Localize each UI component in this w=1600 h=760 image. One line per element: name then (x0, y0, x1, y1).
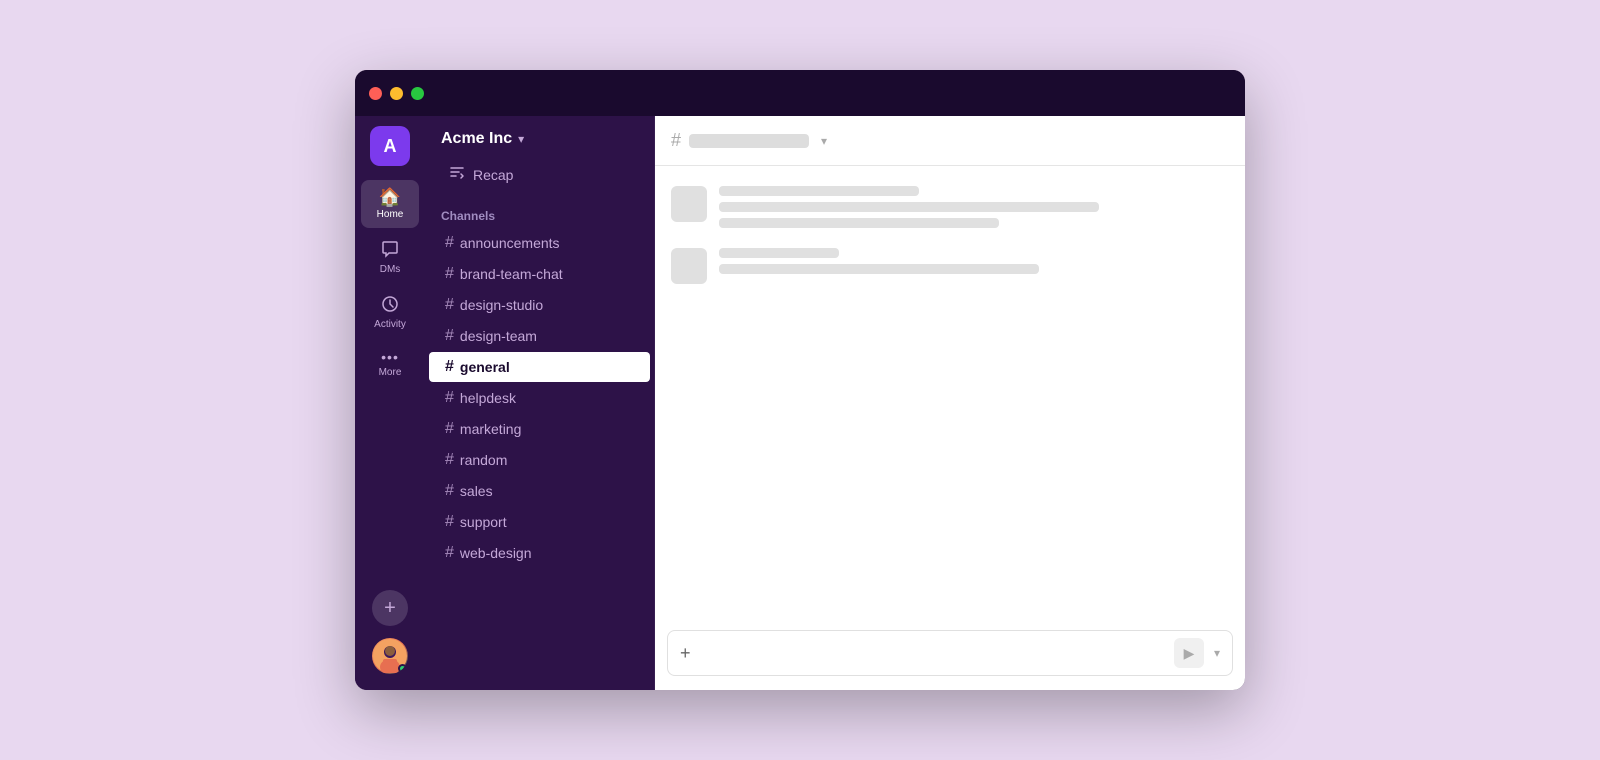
add-button[interactable]: + (372, 590, 408, 626)
channel-header: # ▾ (655, 116, 1245, 166)
recap-button[interactable]: Recap (433, 158, 646, 191)
channels-section: Channels # announcements # brand-team-ch… (425, 201, 654, 690)
nav-item-dms[interactable]: DMs (361, 232, 419, 283)
hash-icon: # (445, 389, 454, 407)
message-lines (719, 186, 1229, 228)
message-input-bar[interactable]: + ▶ ▾ (667, 630, 1233, 676)
channel-name: helpdesk (460, 390, 516, 406)
main-content: # ▾ (655, 116, 1245, 690)
avatar-skeleton (671, 248, 707, 284)
activity-icon (381, 295, 399, 316)
icon-sidebar: A 🏠 Home DMs (355, 116, 425, 690)
hash-icon: # (445, 296, 454, 314)
workspace-header[interactable]: Acme Inc ▾ (425, 116, 654, 158)
channel-item-sales[interactable]: # sales (429, 476, 650, 506)
user-avatar[interactable] (372, 638, 408, 674)
channel-name: brand-team-chat (460, 266, 563, 282)
channel-name: announcements (460, 235, 560, 251)
message-lines (719, 248, 1229, 274)
channel-header-name-skeleton (689, 134, 809, 148)
hash-icon: # (445, 234, 454, 252)
channel-item-brand-team-chat[interactable]: # brand-team-chat (429, 259, 650, 289)
message-skeleton-1 (671, 186, 1229, 228)
avatar-skeleton (671, 186, 707, 222)
workspace-name: Acme Inc (441, 130, 512, 148)
channel-item-random[interactable]: # random (429, 445, 650, 475)
recap-icon (449, 164, 465, 185)
hash-icon: # (445, 513, 454, 531)
more-dots-icon: ••• (381, 350, 399, 364)
send-options-chevron-icon[interactable]: ▾ (1214, 646, 1220, 660)
input-add-icon[interactable]: + (680, 643, 691, 664)
title-bar (355, 70, 1245, 116)
nav-home-label: Home (377, 209, 404, 220)
skeleton-line (719, 248, 839, 258)
channel-name: web-design (460, 545, 532, 561)
channel-item-marketing[interactable]: # marketing (429, 414, 650, 444)
skeleton-line (719, 264, 1039, 274)
channel-header-hash-icon: # (671, 130, 681, 151)
channels-section-header: Channels (425, 201, 654, 227)
app-body: A 🏠 Home DMs (355, 116, 1245, 690)
channel-item-general[interactable]: # general (429, 352, 650, 382)
channel-item-web-design[interactable]: # web-design (429, 538, 650, 568)
hash-icon: # (445, 420, 454, 438)
hash-icon: # (445, 482, 454, 500)
channel-name: marketing (460, 421, 521, 437)
message-skeleton-2 (671, 248, 1229, 284)
skeleton-line (719, 186, 919, 196)
app-window: A 🏠 Home DMs (355, 70, 1245, 690)
recap-label: Recap (473, 167, 513, 183)
hash-icon: # (445, 451, 454, 469)
close-button[interactable] (369, 87, 382, 100)
channel-item-announcements[interactable]: # announcements (429, 228, 650, 258)
workspace-avatar[interactable]: A (370, 126, 410, 166)
workspace-dropdown-icon: ▾ (518, 132, 524, 146)
channel-sidebar: Acme Inc ▾ Recap Channels # announc (425, 116, 655, 690)
minimize-button[interactable] (390, 87, 403, 100)
hash-icon: # (445, 544, 454, 562)
channel-name: general (460, 359, 510, 375)
home-icon: 🏠 (379, 188, 401, 206)
messages-area (655, 166, 1245, 620)
hash-icon: # (445, 265, 454, 283)
channel-name: sales (460, 483, 493, 499)
nav-item-activity[interactable]: Activity (361, 287, 419, 338)
channel-name: random (460, 452, 507, 468)
channel-name: support (460, 514, 507, 530)
channel-item-design-team[interactable]: # design-team (429, 321, 650, 351)
nav-item-more[interactable]: ••• More (361, 342, 419, 386)
channel-item-helpdesk[interactable]: # helpdesk (429, 383, 650, 413)
channel-item-design-studio[interactable]: # design-studio (429, 290, 650, 320)
channel-item-support[interactable]: # support (429, 507, 650, 537)
hash-icon: # (445, 327, 454, 345)
skeleton-line (719, 202, 1099, 212)
channel-name: design-studio (460, 297, 543, 313)
channel-list: # announcements # brand-team-chat # desi… (425, 228, 654, 568)
skeleton-line (719, 218, 999, 228)
online-status-dot (398, 664, 407, 673)
hash-icon: # (445, 358, 454, 376)
channel-header-chevron-icon: ▾ (821, 134, 827, 148)
nav-activity-label: Activity (374, 319, 406, 330)
nav-dms-label: DMs (380, 264, 401, 275)
nav-item-home[interactable]: 🏠 Home (361, 180, 419, 228)
dms-icon (381, 240, 399, 261)
send-button[interactable]: ▶ (1174, 638, 1204, 668)
maximize-button[interactable] (411, 87, 424, 100)
nav-more-label: More (379, 367, 402, 378)
channel-name: design-team (460, 328, 537, 344)
